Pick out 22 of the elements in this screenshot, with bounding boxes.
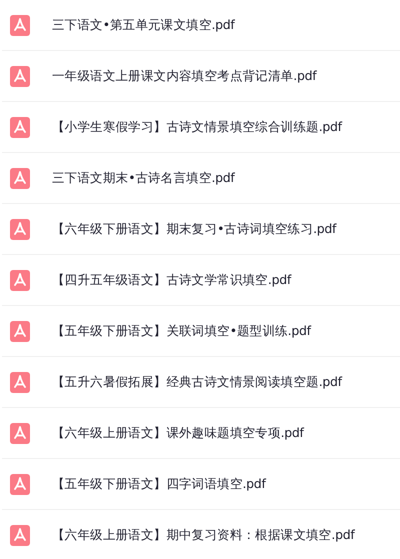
file-name[interactable]: 一年级语文上册课文内容填空考点背记清单.pdf bbox=[52, 66, 316, 86]
pdf-file-icon bbox=[10, 524, 30, 546]
file-name[interactable]: 【五年级下册语文】关联词填空•题型训练.pdf bbox=[52, 322, 311, 340]
pdf-file-icon bbox=[10, 320, 30, 342]
pdf-file-icon bbox=[10, 372, 30, 392]
file-name[interactable]: 【六年级上册语文】期中复习资料：根据课文填空.pdf bbox=[52, 526, 354, 544]
file-name[interactable]: 【小学生寒假学习】古诗文情景填空综合训练题.pdf bbox=[52, 118, 342, 136]
pdf-file-icon bbox=[10, 474, 30, 494]
pdf-file-icon bbox=[10, 168, 30, 188]
file-name[interactable]: 【五年级下册语文】四字词语填空.pdf bbox=[52, 474, 266, 494]
file-name[interactable]: 【六年级上册语文】课外趣味题填空专项.pdf bbox=[52, 424, 304, 442]
file-name[interactable]: 【四升五年级语文】古诗文学常识填空.pdf bbox=[52, 270, 291, 290]
pdf-file-icon bbox=[10, 66, 30, 86]
pdf-file-icon bbox=[10, 116, 30, 138]
pdf-file-icon bbox=[10, 270, 30, 290]
pdf-file-icon bbox=[10, 218, 30, 240]
file-name[interactable]: 三下语文•第五单元课文填空.pdf bbox=[52, 16, 235, 34]
file-name[interactable]: 三下语文期末•古诗名言填空.pdf bbox=[52, 168, 235, 188]
file-name[interactable]: 【五升六暑假拓展】经典古诗文情景阅读填空题.pdf bbox=[52, 372, 342, 392]
file-name[interactable]: 【六年级下册语文】期末复习•古诗词填空练习.pdf bbox=[52, 220, 336, 238]
pdf-file-icon bbox=[10, 422, 30, 444]
pdf-file-icon bbox=[10, 14, 30, 36]
